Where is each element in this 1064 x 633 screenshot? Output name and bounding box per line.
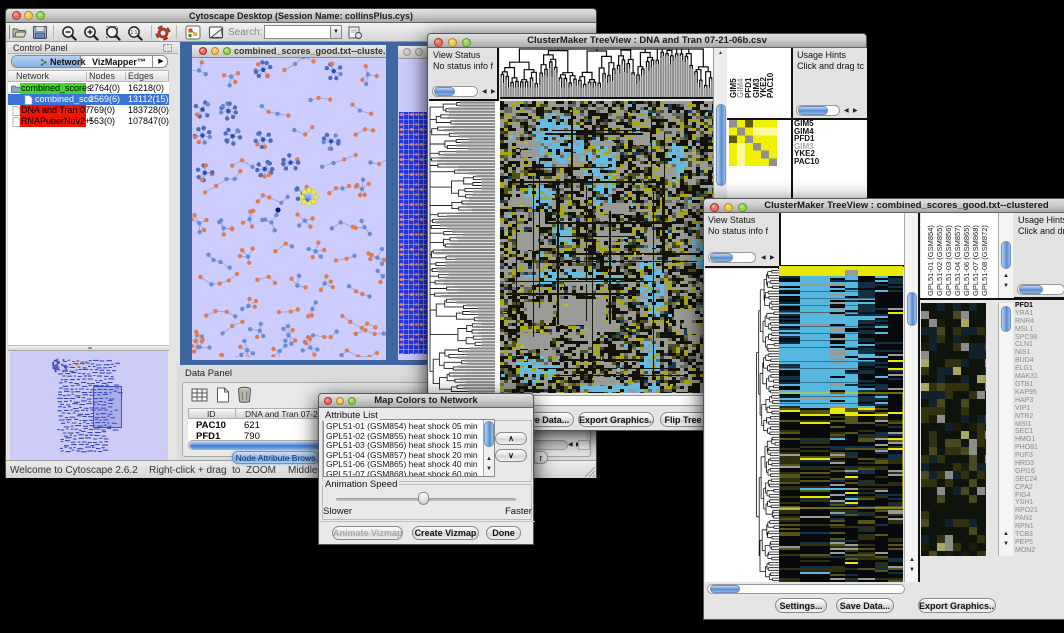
svg-text:1:1: 1:1 [131,30,138,36]
